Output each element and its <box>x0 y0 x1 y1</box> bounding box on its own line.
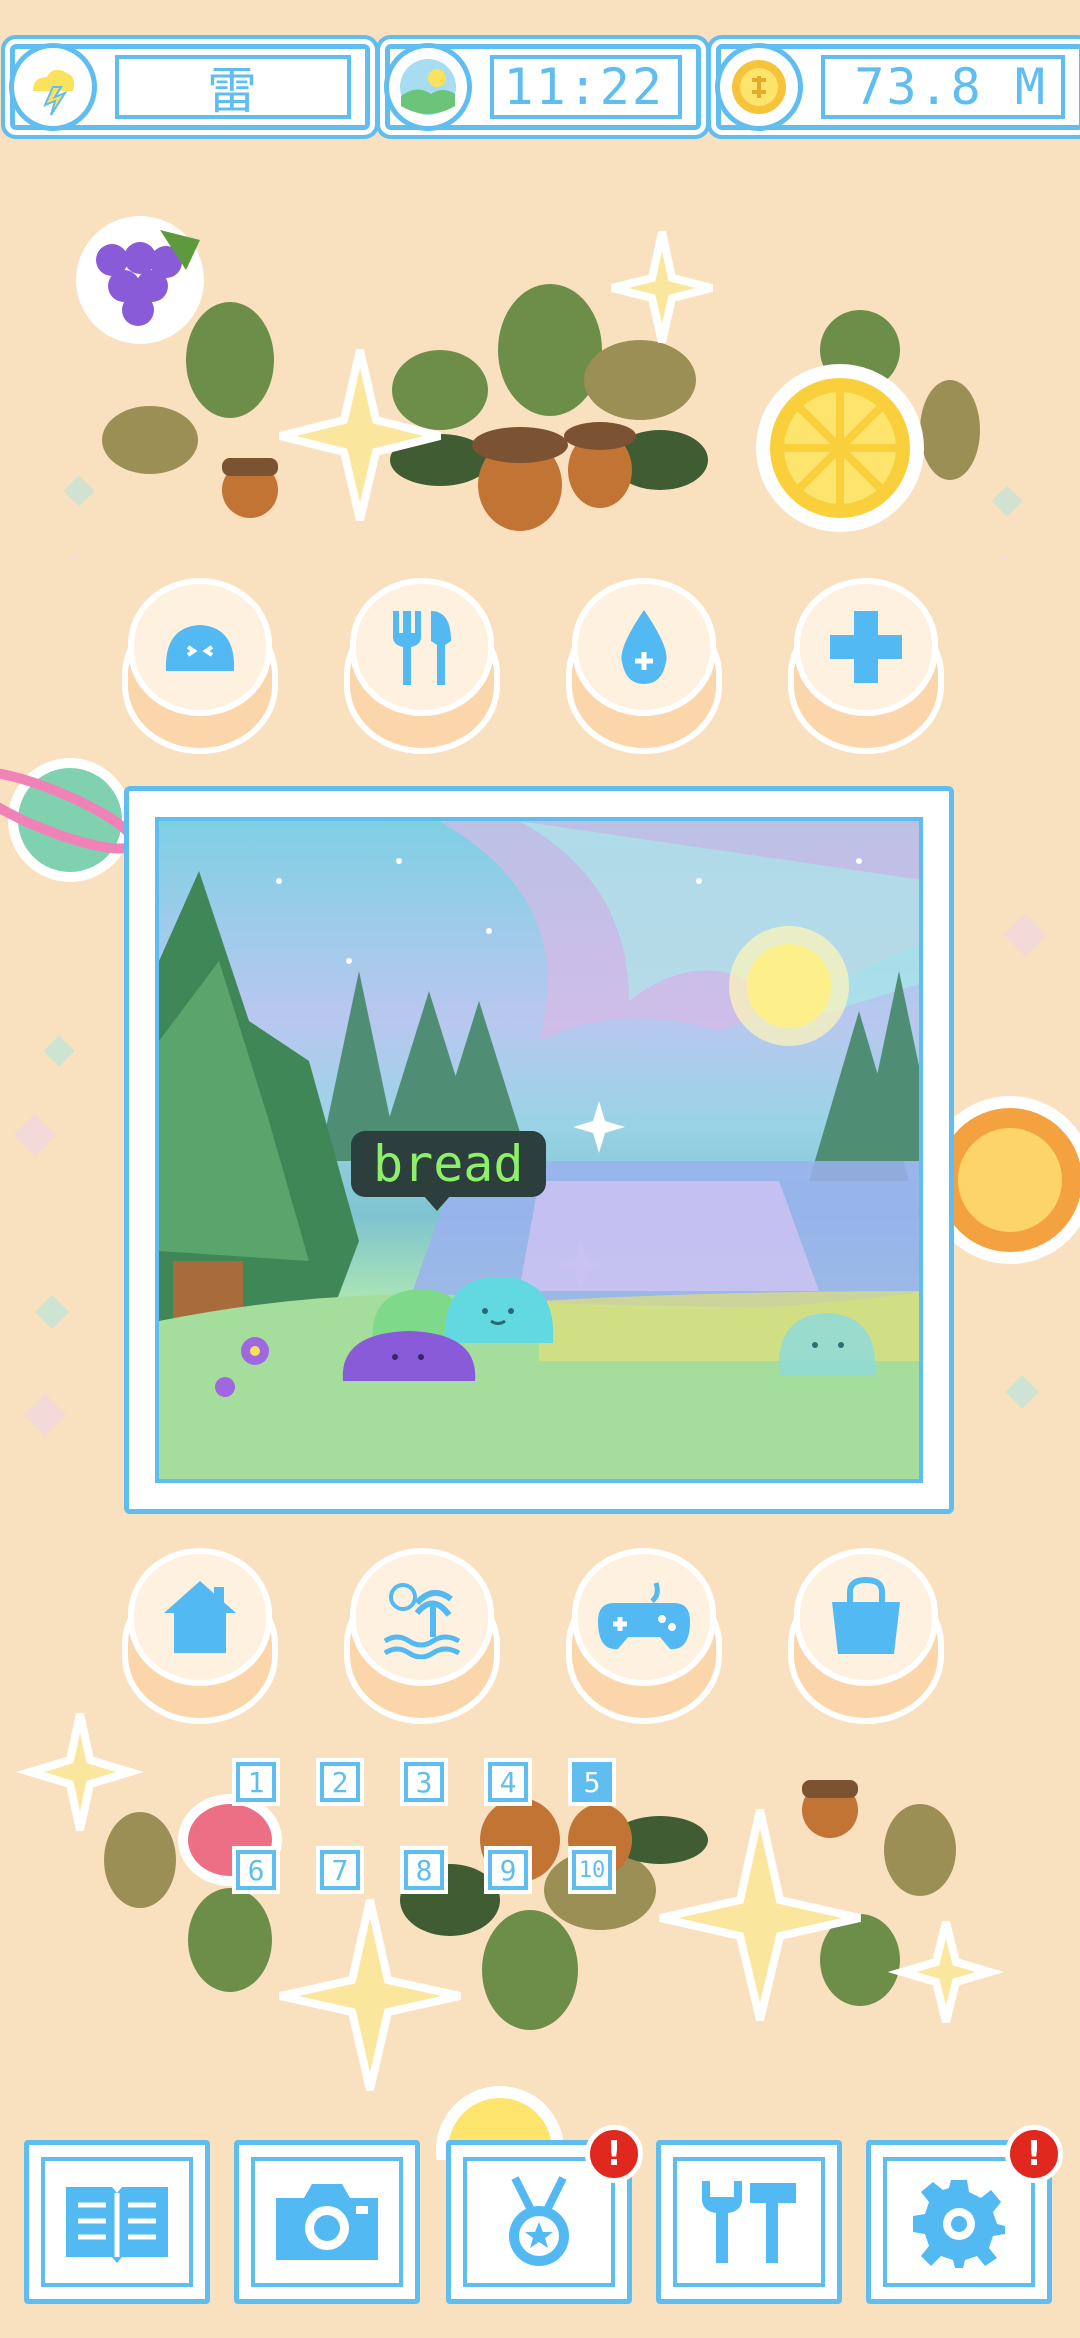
play-button[interactable] <box>566 1548 722 1724</box>
page-button-2[interactable]: 2 <box>320 1762 360 1802</box>
shopping-bag-icon <box>832 1576 900 1654</box>
medal-button[interactable]: ! <box>446 2125 643 2304</box>
page-button-6[interactable]: 6 <box>236 1850 276 1890</box>
travel-button[interactable] <box>344 1548 500 1724</box>
weather-status[interactable]: 雷 <box>9 43 370 131</box>
time-label: 11:22 <box>490 55 682 119</box>
page-button-7[interactable]: 7 <box>320 1850 360 1890</box>
book-icon <box>66 2187 168 2263</box>
page-button-4[interactable]: 4 <box>488 1762 528 1802</box>
shop-button[interactable] <box>788 1548 944 1724</box>
pet-button[interactable] <box>122 578 278 754</box>
camera-button[interactable] <box>234 2140 420 2304</box>
decor-bottom <box>16 1713 1005 2160</box>
page-button-8[interactable]: 8 <box>404 1850 444 1890</box>
water-button[interactable] <box>566 578 722 754</box>
fork-knife-icon <box>393 611 451 685</box>
tools-icon <box>702 2181 796 2263</box>
page-button-1[interactable]: 1 <box>236 1762 276 1802</box>
home-button[interactable] <box>122 1548 278 1724</box>
landscape-sun-icon <box>384 43 472 131</box>
page-button-10[interactable]: 10 <box>572 1850 612 1890</box>
feed-button[interactable] <box>344 578 500 754</box>
camera-icon <box>276 2184 378 2260</box>
plus-icon <box>830 611 902 683</box>
tools-button[interactable] <box>656 2140 842 2304</box>
settings-notification-badge: ! <box>1005 2125 1063 2183</box>
decor-top <box>54 216 1024 560</box>
time-status: 11:22 <box>384 43 701 131</box>
coin-icon <box>715 43 803 131</box>
forest-scene[interactable]: bread <box>155 817 923 1483</box>
scene-frame: bread <box>124 786 954 1514</box>
lemon-icon <box>756 364 924 532</box>
settings-button[interactable]: ! <box>866 2125 1063 2304</box>
speech-bubble: bread <box>351 1131 546 1211</box>
gear-icon <box>913 2180 1005 2268</box>
currency-label: 73.8 M <box>821 55 1065 119</box>
weather-label: 雷 <box>115 55 351 120</box>
book-button[interactable] <box>24 2140 210 2304</box>
water-drop-icon <box>621 610 667 684</box>
page-button-5[interactable]: 5 <box>572 1762 612 1802</box>
medal-notification-badge: ! <box>585 2125 643 2183</box>
slime-icon <box>165 625 235 671</box>
page-button-9[interactable]: 9 <box>488 1850 528 1890</box>
medal-icon <box>509 2176 569 2266</box>
page-button-3[interactable]: 3 <box>404 1762 444 1802</box>
heal-button[interactable] <box>788 578 944 754</box>
house-icon <box>164 1581 236 1653</box>
currency-status: 73.8 M <box>715 43 1080 131</box>
grapes-icon <box>76 216 204 344</box>
gamepad-icon <box>598 1582 690 1650</box>
lightning-cloud-icon <box>9 43 97 131</box>
island-icon <box>383 1583 461 1659</box>
planet-icon <box>0 758 139 882</box>
